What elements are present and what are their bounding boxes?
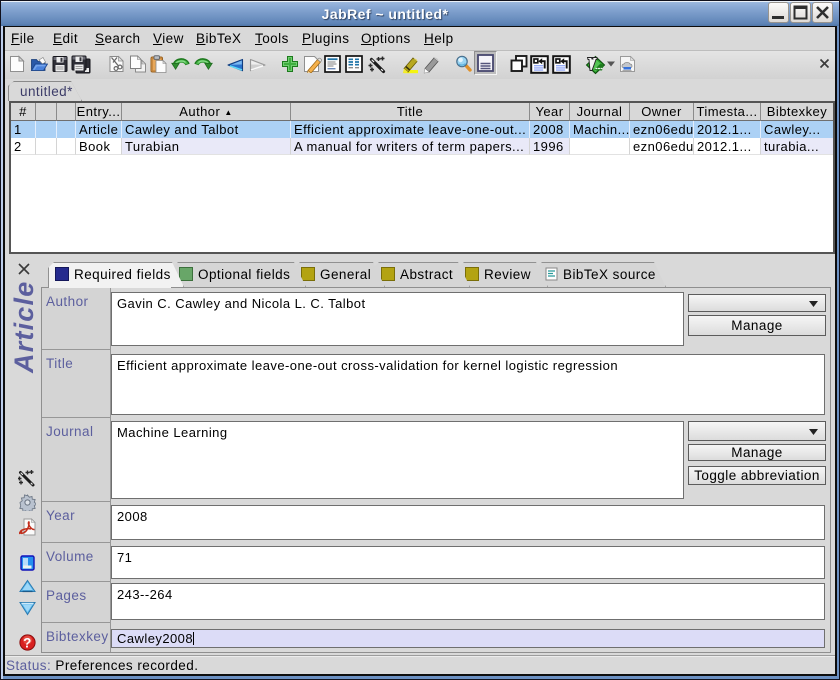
svg-text:?: ? <box>23 636 32 651</box>
